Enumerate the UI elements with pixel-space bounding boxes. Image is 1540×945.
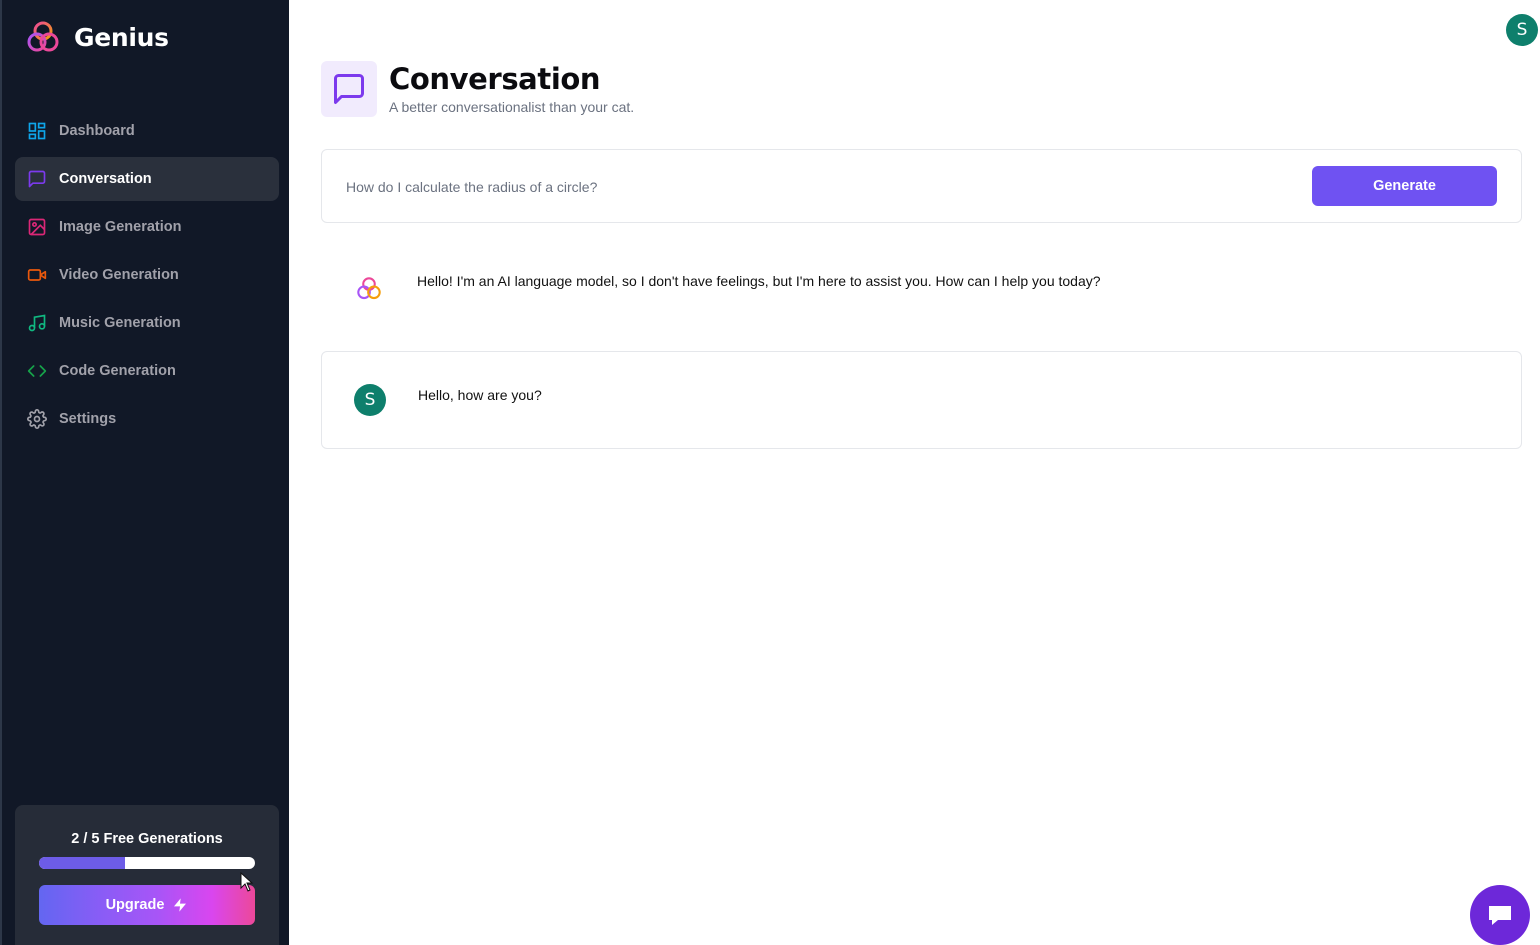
- dashboard-icon: [27, 121, 47, 141]
- genius-bot-avatar-icon: [357, 277, 381, 300]
- prompt-form: Generate: [321, 149, 1522, 223]
- upgrade-label: Upgrade: [105, 897, 165, 913]
- user-message-text: Hello, how are you?: [418, 387, 542, 403]
- prompt-input[interactable]: [346, 172, 1286, 202]
- message-square-icon: [27, 169, 47, 189]
- sidebar-item-video-generation[interactable]: Video Generation: [15, 253, 279, 297]
- sidebar-item-label: Video Generation: [59, 267, 179, 283]
- sidebar: Genius Dashboard Conversation Image Gene…: [0, 0, 289, 945]
- sidebar-item-label: Music Generation: [59, 315, 181, 331]
- user-message: S Hello, how are you?: [321, 351, 1522, 449]
- page-title: Conversation: [389, 62, 601, 96]
- sidebar-item-label: Dashboard: [59, 123, 135, 139]
- sidebar-item-settings[interactable]: Settings: [15, 397, 279, 441]
- brand[interactable]: Genius: [26, 20, 169, 54]
- chat-launcher-button[interactable]: [1470, 885, 1530, 945]
- brand-name: Genius: [74, 22, 169, 52]
- page-subtitle: A better conversationalist than your cat…: [389, 99, 635, 115]
- bot-message: Hello! I'm an AI language model, so I do…: [321, 239, 1522, 335]
- sidebar-item-dashboard[interactable]: Dashboard: [15, 109, 279, 153]
- upgrade-button[interactable]: Upgrade: [39, 885, 255, 925]
- code-icon: [27, 361, 47, 381]
- sidebar-item-label: Conversation: [59, 171, 152, 187]
- chat-bubble-icon: [1489, 906, 1511, 925]
- sidebar-item-conversation[interactable]: Conversation: [15, 157, 279, 201]
- page-header-icon-box: [321, 61, 377, 117]
- sidebar-item-label: Code Generation: [59, 363, 176, 379]
- progress-fill: [39, 857, 126, 869]
- sidebar-item-code-generation[interactable]: Code Generation: [15, 349, 279, 393]
- music-icon: [27, 313, 47, 333]
- video-icon: [27, 265, 47, 285]
- gear-icon: [27, 409, 47, 429]
- free-generations-progress: [39, 857, 255, 869]
- main-content: S Conversation A better conversationalis…: [289, 0, 1540, 945]
- sidebar-item-label: Settings: [59, 411, 117, 427]
- user-message-avatar: S: [354, 384, 386, 416]
- sidebar-nav: Dashboard Conversation Image Generation …: [15, 109, 279, 445]
- zap-icon: [174, 898, 187, 912]
- mouse-cursor-icon: [240, 872, 254, 892]
- sidebar-item-label: Image Generation: [59, 219, 182, 235]
- sidebar-item-music-generation[interactable]: Music Generation: [15, 301, 279, 345]
- sidebar-item-image-generation[interactable]: Image Generation: [15, 205, 279, 249]
- user-avatar[interactable]: S: [1506, 14, 1538, 46]
- generate-button[interactable]: Generate: [1312, 166, 1497, 206]
- image-icon: [27, 217, 47, 237]
- bot-message-text: Hello! I'm an AI language model, so I do…: [417, 273, 1101, 289]
- message-square-icon: [334, 74, 364, 104]
- free-generations-counter: 2 / 5 Free Generations: [71, 831, 223, 847]
- genius-logo-icon: [27, 21, 59, 52]
